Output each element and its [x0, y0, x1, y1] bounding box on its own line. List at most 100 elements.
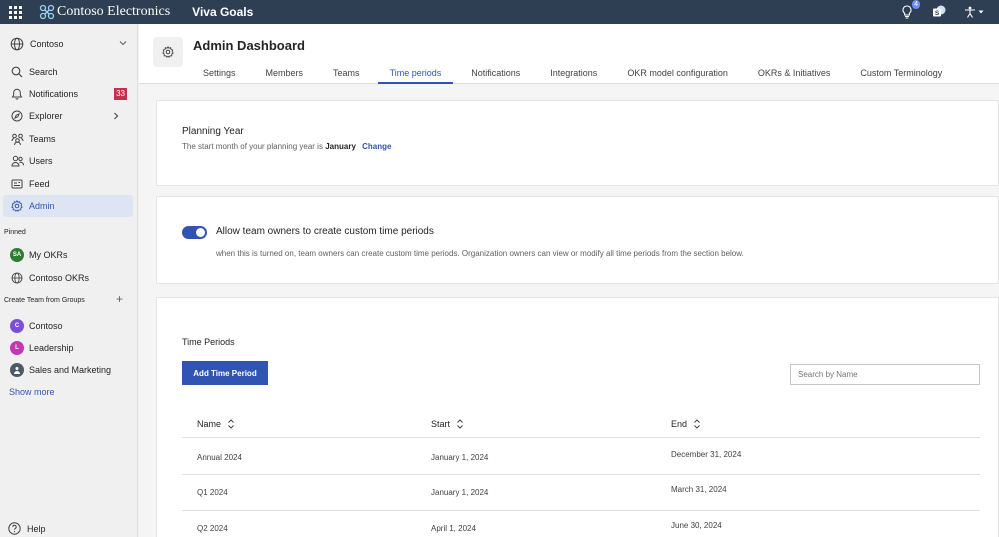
nav-label: Feed — [29, 179, 50, 189]
tab-custom-terminology[interactable]: Custom Terminology — [860, 62, 942, 84]
nav-item-my-okrs[interactable]: SA My OKRs — [3, 244, 133, 266]
cell-start: January 1, 2024 — [431, 488, 489, 497]
sort-icon — [693, 419, 701, 429]
column-header-end[interactable]: End — [671, 419, 701, 429]
caret-down-icon — [978, 10, 984, 14]
avatar: C — [10, 319, 24, 333]
groups-section-label: Create Team from Groups — [4, 297, 85, 304]
nav-label: Contoso OKRs — [29, 273, 90, 283]
admin-tile — [153, 37, 183, 67]
avatar: L — [10, 341, 24, 355]
custom-periods-title: Allow team owners to create custom time … — [216, 226, 434, 237]
table-row[interactable]: Q1 2024 January 1, 2024 March 31, 2024 — [182, 475, 980, 511]
gear-icon — [11, 200, 23, 212]
nav-label: Admin — [29, 201, 55, 211]
main-content: Planning Year The start month of your pl… — [139, 85, 999, 537]
planning-year-title: Planning Year — [182, 126, 244, 137]
ideas-button[interactable]: 4 — [899, 0, 920, 20]
search-icon — [11, 66, 23, 78]
column-header-name[interactable]: Name — [197, 419, 235, 429]
column-label: End — [671, 419, 688, 429]
chevron-down-icon — [119, 41, 127, 46]
nav-label: Sales and Marketing — [29, 365, 112, 375]
nav-item-users[interactable]: Users — [3, 150, 133, 172]
account-menu-button[interactable] — [963, 4, 985, 20]
column-header-start[interactable]: Start — [431, 419, 464, 429]
search-input[interactable] — [790, 364, 980, 385]
cell-end: June 30, 2024 — [671, 521, 722, 530]
brand[interactable]: Contoso Electronics — [39, 4, 170, 20]
time-periods-card: Time Periods Add Time Period Name Start … — [156, 297, 999, 537]
brand-name: Contoso Electronics — [57, 4, 171, 19]
help-label: Help — [27, 523, 46, 534]
admin-tabs: Settings Members Teams Time periods Noti… — [193, 62, 942, 84]
app-name: Viva Goals — [192, 5, 254, 19]
compass-icon — [11, 110, 23, 122]
bell-icon — [11, 88, 23, 100]
sharepoint-icon: S — [933, 5, 946, 17]
nav-item-contoso-okrs[interactable]: Contoso OKRs — [3, 267, 133, 289]
plus-icon: + — [115, 292, 123, 306]
org-name: Contoso — [30, 39, 64, 49]
add-team-button[interactable]: + — [116, 293, 123, 305]
cell-name: Q1 2024 — [197, 488, 228, 497]
nav-item-search[interactable]: Search — [3, 61, 133, 83]
nav-item-group-leadership[interactable]: L Leadership — [3, 337, 133, 359]
sort-icon — [227, 419, 235, 429]
nav-label: Users — [29, 156, 53, 166]
feed-icon — [11, 179, 23, 189]
nav-item-explorer[interactable]: Explorer — [3, 105, 133, 127]
planning-year-card: Planning Year The start month of your pl… — [156, 100, 999, 186]
column-label: Name — [197, 419, 222, 429]
custom-periods-description: when this is turned on, team owners can … — [216, 249, 744, 258]
tab-okrs-initiatives[interactable]: OKRs & Initiatives — [758, 62, 831, 84]
change-link[interactable]: Change — [362, 142, 391, 151]
gear-icon — [162, 46, 174, 58]
tab-integrations[interactable]: Integrations — [550, 62, 597, 84]
sharepoint-button[interactable]: S — [931, 4, 947, 20]
left-nav: Contoso Search Notifications 33 Explorer… — [0, 24, 138, 537]
waffle-icon — [8, 5, 22, 19]
sort-icon — [456, 419, 464, 429]
avatar: SA — [10, 248, 24, 262]
ideas-count-badge: 4 — [912, 0, 920, 9]
tab-okr-model-configuration[interactable]: OKR model configuration — [627, 62, 728, 84]
tab-members[interactable]: Members — [266, 62, 304, 84]
help-button[interactable]: Help — [8, 522, 46, 535]
nav-item-admin[interactable]: Admin — [3, 195, 133, 217]
nav-item-teams[interactable]: Teams — [3, 128, 133, 150]
chevron-right-icon — [114, 112, 119, 120]
tab-settings[interactable]: Settings — [203, 62, 236, 84]
cell-name: Annual 2024 — [197, 453, 242, 462]
nav-label: My OKRs — [29, 250, 68, 260]
nav-item-group-sales[interactable]: Sales and Marketing — [3, 359, 133, 381]
show-more-link[interactable]: Show more — [9, 387, 55, 397]
lightbulb-icon — [902, 5, 912, 19]
table-row[interactable]: Annual 2024 January 1, 2024 December 31,… — [182, 439, 980, 475]
notification-count-badge: 33 — [114, 88, 127, 100]
app-launcher-button[interactable] — [0, 0, 30, 24]
accessibility-icon — [965, 6, 975, 18]
org-switcher[interactable]: Contoso — [0, 32, 138, 56]
nav-item-notifications[interactable]: Notifications 33 — [3, 83, 133, 105]
pinned-section-label: Pinned — [4, 229, 26, 236]
svg-text:S: S — [935, 10, 940, 17]
custom-time-periods-card: Allow team owners to create custom time … — [156, 196, 999, 284]
custom-periods-toggle[interactable] — [182, 226, 207, 239]
page-header: Admin Dashboard Settings Members Teams T… — [139, 24, 999, 84]
nav-item-group-contoso[interactable]: C Contoso — [3, 315, 133, 337]
time-periods-title: Time Periods — [182, 337, 235, 347]
planning-year-prefix: The start month of your planning year is — [182, 142, 323, 151]
column-label: Start — [431, 419, 451, 429]
tab-teams[interactable]: Teams — [333, 62, 360, 84]
tab-notifications[interactable]: Notifications — [471, 62, 520, 84]
table-row[interactable]: Q2 2024 April 1, 2024 June 30, 2024 — [182, 511, 980, 537]
top-bar: Contoso Electronics Viva Goals 4 S — [0, 0, 999, 24]
nav-item-feed[interactable]: Feed — [3, 173, 133, 195]
tab-time-periods[interactable]: Time periods — [377, 62, 453, 84]
teams-icon — [11, 133, 23, 145]
nav-label: Search — [29, 67, 58, 77]
add-time-period-button[interactable]: Add Time Period — [182, 361, 268, 385]
cell-end: December 31, 2024 — [671, 450, 742, 459]
cell-start: January 1, 2024 — [431, 453, 489, 462]
